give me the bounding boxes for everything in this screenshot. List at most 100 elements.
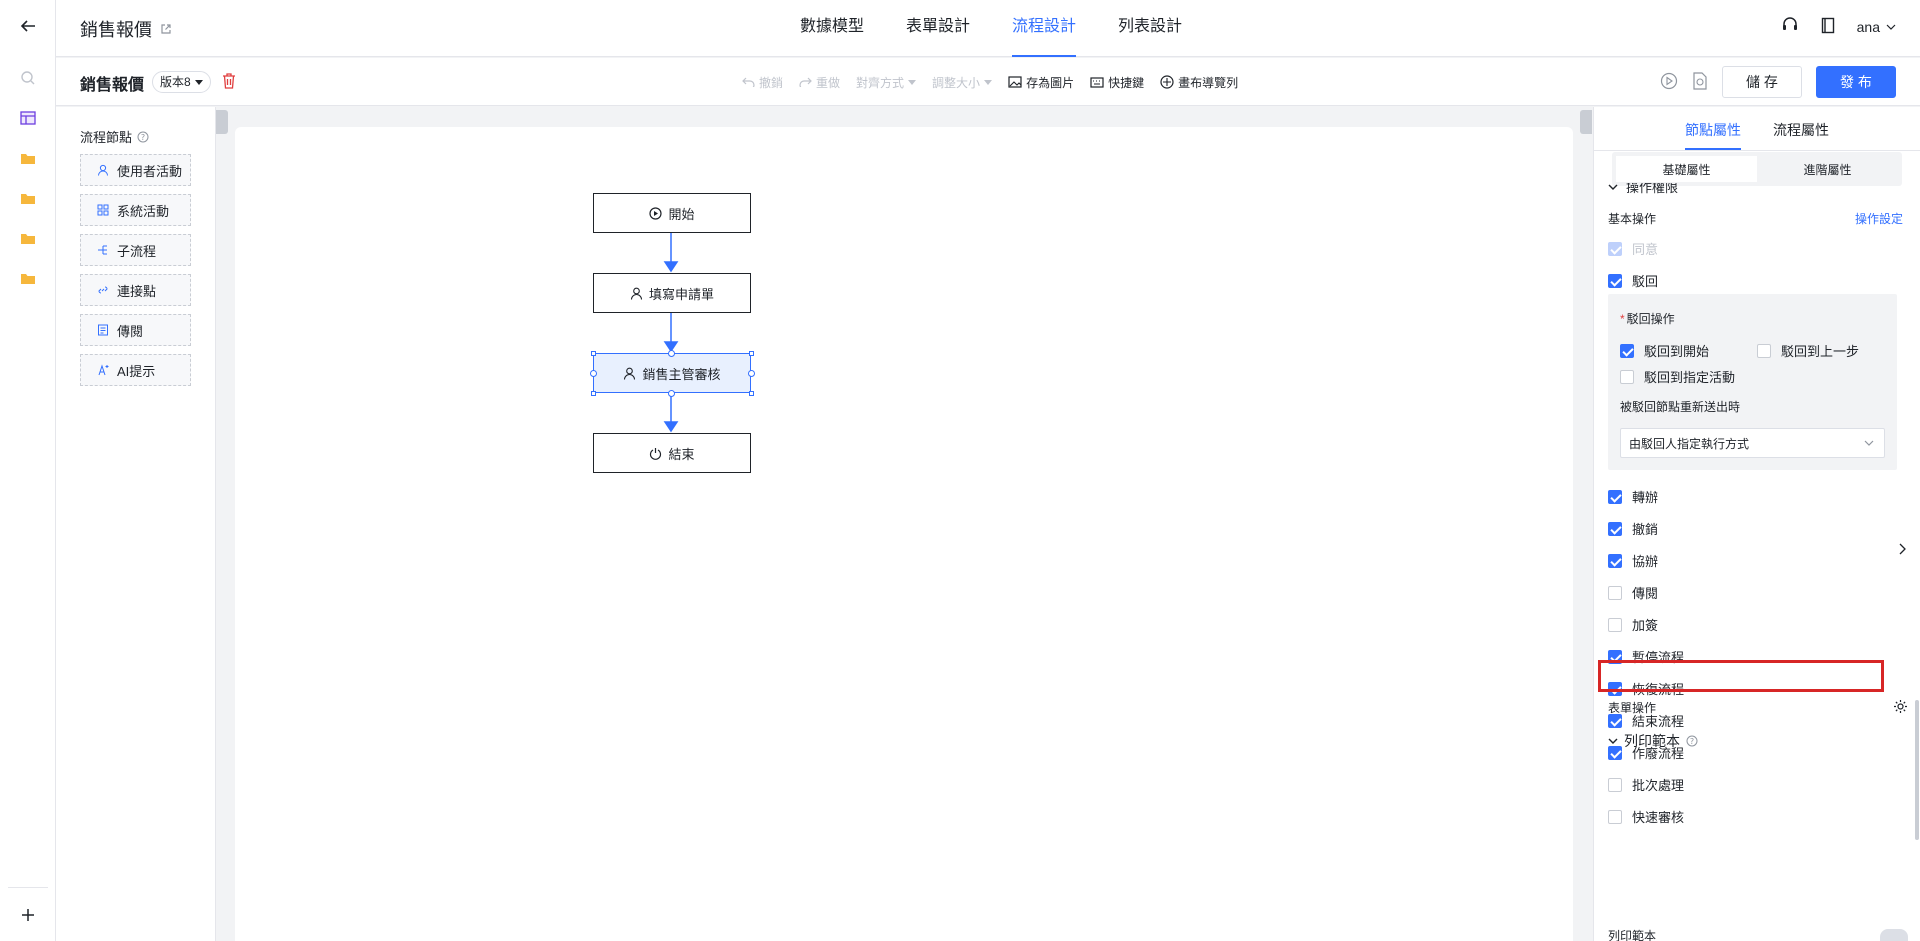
tab-process-design[interactable]: 流程設計 — [1012, 0, 1077, 57]
collapse-right-panel-handle[interactable] — [1580, 110, 1592, 134]
print-template-section[interactable]: 列印範本 ? — [1608, 731, 1698, 751]
publish-button[interactable]: 發 布 — [1816, 66, 1896, 98]
op-reject[interactable]: 駁回 — [1608, 271, 1658, 290]
op-option[interactable]: 傳閱 — [1608, 583, 1658, 602]
table-icon[interactable] — [16, 106, 40, 130]
node-label: 使用者活動 — [117, 163, 183, 179]
main-tabs: 數據模型 表單設計 流程設計 列表設計 — [800, 0, 1224, 57]
shortcuts-button[interactable]: 快捷鍵 — [1090, 74, 1144, 91]
checkbox[interactable] — [1608, 521, 1622, 536]
flow-canvas[interactable]: 開始 填寫申請單 銷售主管審核 結束 — [235, 127, 1573, 941]
checkbox[interactable] — [1620, 369, 1634, 384]
option-label: 駁回到開始 — [1644, 344, 1710, 359]
resize-handle[interactable] — [591, 391, 596, 396]
redo-button[interactable]: 重做 — [799, 74, 840, 91]
tab-process-properties[interactable]: 流程屬性 — [1773, 120, 1829, 140]
resize-handle[interactable] — [749, 351, 754, 356]
flow-node-end[interactable]: 結束 — [593, 433, 751, 473]
op-option[interactable]: 協辦 — [1608, 551, 1658, 570]
delete-icon[interactable] — [222, 73, 236, 92]
op-option[interactable]: 加簽 — [1608, 615, 1658, 634]
help-icon[interactable]: ? — [1686, 735, 1698, 747]
tab-form-design[interactable]: 表單設計 — [906, 0, 970, 57]
resize-handle[interactable] — [591, 351, 596, 356]
search-icon[interactable] — [16, 66, 40, 90]
help-icon[interactable]: ? — [137, 131, 149, 143]
resize-dropdown[interactable]: 調整大小 — [932, 74, 993, 91]
connection-port[interactable] — [668, 390, 675, 397]
connection-port[interactable] — [668, 350, 675, 357]
save-button[interactable]: 儲 存 — [1722, 66, 1802, 98]
run-icon[interactable] — [1660, 72, 1678, 93]
checkbox[interactable] — [1608, 553, 1622, 568]
reject-to-activity-option[interactable]: 駁回到指定活動 — [1620, 367, 1735, 386]
reject-to-start-option[interactable]: 駁回到開始 — [1620, 341, 1709, 360]
back-arrow-icon[interactable] — [16, 14, 40, 38]
op-label: 駁回 — [1632, 274, 1659, 289]
segment-basic[interactable]: 基礎屬性 — [1616, 156, 1757, 182]
keyboard-icon — [1090, 76, 1104, 88]
checkbox[interactable] — [1608, 241, 1622, 256]
checkbox[interactable] — [1608, 617, 1622, 632]
folder-icon[interactable] — [16, 186, 40, 210]
op-agree[interactable]: 同意 — [1608, 239, 1658, 258]
save-image-label: 存為圖片 — [1026, 75, 1075, 90]
tab-data-model[interactable]: 數據模型 — [800, 0, 864, 57]
resubmit-select[interactable]: 由駁回人指定執行方式 — [1620, 428, 1885, 458]
collapse-left-panel-handle[interactable] — [216, 110, 228, 134]
canvas-nav-button[interactable]: 畫布導覽列 — [1160, 74, 1238, 91]
checkbox[interactable] — [1757, 343, 1771, 358]
folder-icon[interactable] — [16, 146, 40, 170]
node-user-activity[interactable]: 使用者活動 — [80, 154, 191, 186]
print-template-toggle[interactable] — [1880, 929, 1908, 941]
check-doc-icon[interactable] — [1692, 71, 1708, 93]
settings-gear-icon[interactable] — [1893, 699, 1908, 717]
op-option[interactable]: 撤銷 — [1608, 519, 1658, 538]
print-template-section-title: 列印範本 — [1624, 733, 1680, 749]
support-headset-icon[interactable] — [1781, 16, 1799, 37]
plus-icon[interactable] — [16, 903, 40, 927]
tab-list-design[interactable]: 列表設計 — [1118, 0, 1182, 57]
node-connector[interactable]: 連接點 — [80, 274, 191, 306]
connection-port[interactable] — [748, 370, 755, 377]
reject-ops-label: * 駁回操作 — [1620, 310, 1675, 327]
node-circulate[interactable]: 傳閱 — [80, 314, 191, 346]
op-option[interactable]: 批次處理 — [1608, 775, 1684, 794]
connection-port[interactable] — [590, 370, 597, 377]
checkbox[interactable] — [1608, 585, 1622, 600]
checkbox[interactable] — [1608, 273, 1622, 288]
op-settings-link[interactable]: 操作設定 — [1855, 210, 1903, 227]
checkbox[interactable] — [1608, 777, 1622, 792]
checkbox[interactable] — [1608, 809, 1622, 824]
user-menu[interactable]: ana — [1857, 19, 1896, 35]
undo-button[interactable]: 撤銷 — [742, 74, 783, 91]
folder-icon[interactable] — [16, 266, 40, 290]
chevron-right-icon[interactable] — [1899, 543, 1906, 558]
flow-node-sales-manager-review[interactable]: 銷售主管審核 — [593, 353, 751, 393]
checkbox[interactable] — [1620, 343, 1634, 358]
segment-advanced[interactable]: 進階屬性 — [1757, 156, 1898, 182]
node-system-activity[interactable]: 系統活動 — [80, 194, 191, 226]
node-ai-prompt[interactable]: AI提示 — [80, 354, 191, 386]
toolbar-actions: 儲 存 發 布 — [1660, 66, 1896, 98]
node-subprocess[interactable]: 子流程 — [80, 234, 191, 266]
op-option[interactable]: 快速審核 — [1608, 807, 1684, 826]
checkbox[interactable] — [1608, 489, 1622, 504]
align-dropdown[interactable]: 對齊方式 — [856, 74, 917, 91]
flow-node-fill-form[interactable]: 填寫申請單 — [593, 273, 751, 313]
save-image-button[interactable]: 存為圖片 — [1008, 74, 1074, 91]
resize-handle[interactable] — [749, 391, 754, 396]
section-header-partial[interactable]: 操作權限 — [1608, 183, 1898, 197]
reject-ops-label-text: 駁回操作 — [1626, 312, 1675, 326]
folder-icon[interactable] — [16, 226, 40, 250]
flow-node-start[interactable]: 開始 — [593, 193, 751, 233]
redo-icon — [799, 77, 812, 87]
version-select[interactable]: 版本8 — [152, 71, 211, 93]
tab-node-properties[interactable]: 節點屬性 — [1685, 120, 1741, 140]
canvas-nav-label: 畫布導覽列 — [1178, 75, 1239, 90]
property-panel-scrollbar[interactable] — [1915, 700, 1919, 840]
op-option[interactable]: 轉辦 — [1608, 487, 1658, 506]
book-icon[interactable] — [1821, 17, 1835, 37]
external-link-icon[interactable] — [160, 19, 172, 40]
reject-to-prev-option[interactable]: 駁回到上一步 — [1757, 341, 1859, 360]
